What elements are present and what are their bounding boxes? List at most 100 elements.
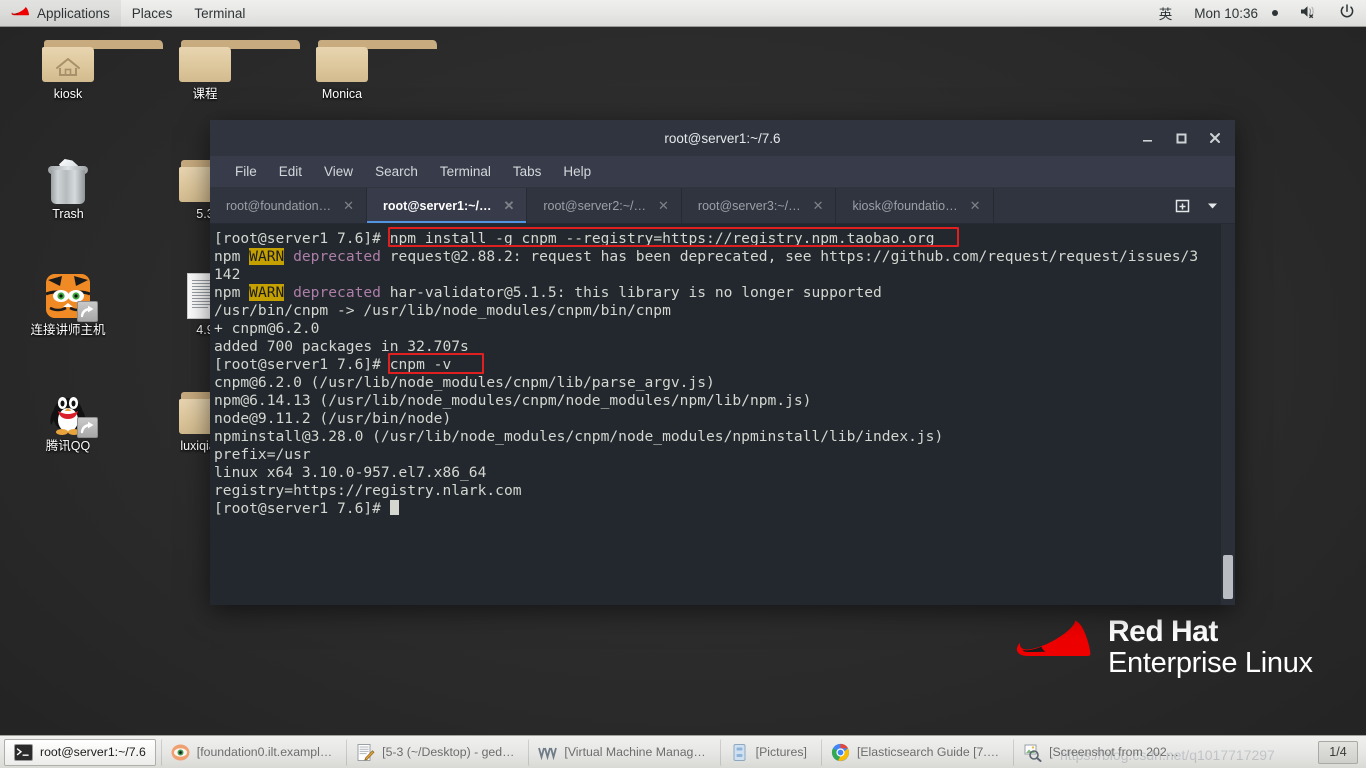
notification-dot-icon	[1272, 10, 1278, 16]
menu-view[interactable]: View	[313, 160, 364, 183]
terminal-window[interactable]: root@server1:~/7.6 File Edit View Search…	[210, 120, 1235, 605]
workspace-switcher[interactable]: 1/4	[1318, 740, 1358, 764]
desktop-icon-label: kiosk	[53, 87, 83, 101]
taskbar-item-terminal[interactable]: root@server1:~/7.6	[4, 738, 156, 766]
power-button[interactable]	[1328, 0, 1366, 27]
terminal-text-run: request@2.88.2: request has been depreca…	[380, 248, 1199, 265]
shortcut-arrow-icon	[77, 301, 98, 322]
tab-root-server2[interactable]: root@server2:~/… ✕	[527, 188, 682, 223]
desktop-icon-label: 腾讯QQ	[45, 439, 91, 453]
tab-list-button[interactable]	[1199, 193, 1225, 219]
window-title-bar[interactable]: root@server1:~/7.6	[210, 120, 1235, 156]
minimize-icon	[1142, 139, 1152, 142]
menu-help[interactable]: Help	[552, 160, 602, 183]
clock-label: Mon 10:36	[1194, 5, 1258, 21]
workspace-label: 1/4	[1329, 745, 1347, 759]
taskbar-item-label: [Elasticsearch Guide [7.…	[856, 745, 1000, 759]
volume-button[interactable]	[1289, 0, 1328, 27]
desktop-icon-label: 连接讲师主机	[30, 323, 106, 337]
tab-label: root@server1:~/…	[383, 198, 492, 213]
chrome-icon	[831, 743, 850, 762]
desktop-icon-label: Trash	[52, 207, 84, 221]
taskbar-item-chrome[interactable]: [Elasticsearch Guide [7.…	[820, 738, 1008, 766]
desktop-icon-connect-instructor-host[interactable]: 连接讲师主机	[20, 272, 116, 338]
taskbar-item-label: [foundation0.ilt.exampl…	[196, 745, 333, 759]
terminal-text-run: har-validator@5.1.5: this library is no …	[380, 284, 882, 301]
tab-root-server3[interactable]: root@server3:~/… ✕	[682, 188, 837, 223]
taskbar: root@server1:~/7.6 [foundation0.ilt.exam…	[0, 735, 1366, 768]
desktop-icon-trash[interactable]: Trash	[20, 156, 116, 222]
taskbar-item-gedit[interactable]: [5-3 (~/Desktop) - ged…	[346, 738, 523, 766]
terminal-menu[interactable]: Terminal	[183, 0, 256, 27]
terminal-line: npminstall@3.28.0 (/usr/lib/node_modules…	[214, 428, 1235, 446]
terminal-line: added 700 packages in 32.707s	[214, 338, 1235, 356]
clock[interactable]: Mon 10:36	[1183, 0, 1289, 27]
tab-label: root@foundation…	[226, 198, 332, 213]
menu-tabs[interactable]: Tabs	[502, 160, 553, 183]
taskbar-item-vnc-viewer[interactable]: [foundation0.ilt.exampl…	[160, 738, 341, 766]
tab-kiosk-foundation[interactable]: kiosk@foundatio… ✕	[836, 188, 994, 223]
terminal-scrollbar-thumb[interactable]	[1223, 555, 1233, 599]
tab-root-foundation[interactable]: root@foundation… ✕	[210, 188, 368, 223]
file-manager-icon	[730, 743, 749, 762]
new-tab-icon	[1175, 199, 1189, 213]
tab-close-icon[interactable]: ✕	[499, 198, 514, 214]
taskbar-item-pictures[interactable]: [Pictures]	[719, 738, 816, 766]
terminal-text-run: npm install -g cnpm --registry=https://r…	[389, 230, 935, 247]
tab-close-icon[interactable]: ✕	[654, 198, 669, 214]
tab-close-icon[interactable]: ✕	[339, 198, 354, 214]
gedit-icon	[356, 743, 375, 762]
terminal-line: [root@server1 7.6]# npm install -g cnpm …	[214, 230, 1235, 248]
window-controls	[1137, 128, 1235, 148]
brand-line-2: Enterprise Linux	[1108, 646, 1313, 679]
desktop-icon-kiosk[interactable]: kiosk	[20, 36, 164, 102]
desktop-icon-monica[interactable]: Monica	[294, 36, 438, 102]
terminal-icon	[14, 743, 33, 762]
tab-close-icon[interactable]: ✕	[809, 198, 824, 214]
terminal-cursor	[389, 500, 399, 515]
input-method-label: 英	[1158, 7, 1173, 22]
folder-icon	[316, 36, 438, 84]
terminal-scrollbar-track[interactable]	[1221, 224, 1235, 605]
tab-close-icon[interactable]: ✕	[966, 198, 981, 214]
tab-bar: root@foundation… ✕ root@server1:~/… ✕ ro…	[210, 188, 1235, 224]
new-tab-button[interactable]	[1169, 193, 1195, 219]
minimize-button[interactable]	[1137, 128, 1157, 148]
applications-menu[interactable]: Applications	[0, 0, 121, 27]
volume-muted-icon	[1300, 4, 1317, 22]
terminal-text-run: linux x64 3.10.0-957.el7.x86_64	[214, 464, 487, 481]
maximize-button[interactable]	[1171, 128, 1191, 148]
taskbar-item-screenshot[interactable]: [Screenshot from 202…	[1013, 738, 1188, 766]
deprecated-text: deprecated	[293, 248, 381, 265]
tab-root-server1[interactable]: root@server1:~/… ✕	[367, 188, 528, 223]
terminal-line: npm WARN deprecated request@2.88.2: requ…	[214, 248, 1235, 266]
desktop-icon-tencent-qq[interactable]: 腾讯QQ	[20, 388, 116, 454]
taskbar-item-virt-manager[interactable]: [Virtual Machine Manag…	[528, 738, 714, 766]
tab-label: kiosk@foundatio…	[852, 198, 958, 213]
desktop-icon-kecheng[interactable]: 课程	[157, 36, 301, 102]
shortcut-arrow-icon	[77, 417, 98, 438]
menu-file[interactable]: File	[224, 160, 268, 183]
menu-bar: File Edit View Search Terminal Tabs Help	[210, 156, 1235, 188]
taskbar-item-label: [Screenshot from 202…	[1049, 745, 1179, 759]
menu-terminal[interactable]: Terminal	[429, 160, 502, 183]
input-method-indicator[interactable]: 英	[1148, 0, 1184, 27]
terminal-output-area[interactable]: [root@server1 7.6]# npm install -g cnpm …	[210, 224, 1235, 605]
places-menu[interactable]: Places	[121, 0, 184, 27]
terminal-line: /usr/bin/cnpm -> /usr/lib/node_modules/c…	[214, 302, 1235, 320]
window-title: root@server1:~/7.6	[664, 130, 781, 146]
terminal-line: npm@6.14.13 (/usr/lib/node_modules/cnpm/…	[214, 392, 1235, 410]
terminal-text-run: registry=https://registry.nlark.com	[214, 482, 522, 499]
brand-line-1: Red Hat	[1108, 615, 1218, 648]
taskbar-item-label: [Virtual Machine Manag…	[564, 745, 706, 759]
deprecated-text: deprecated	[293, 284, 381, 301]
close-button[interactable]	[1205, 128, 1225, 148]
tigervnc-shortcut-icon	[42, 272, 98, 322]
terminal-line: npm WARN deprecated har-validator@5.1.5:…	[214, 284, 1235, 302]
terminal-text-run: [root@server1 7.6]#	[214, 500, 390, 517]
menu-search[interactable]: Search	[364, 160, 429, 183]
taskbar-item-label: [5-3 (~/Desktop) - ged…	[382, 745, 515, 759]
trash-icon	[42, 156, 94, 204]
terminal-text: [root@server1 7.6]# npm install -g cnpm …	[213, 230, 1235, 518]
menu-edit[interactable]: Edit	[268, 160, 313, 183]
